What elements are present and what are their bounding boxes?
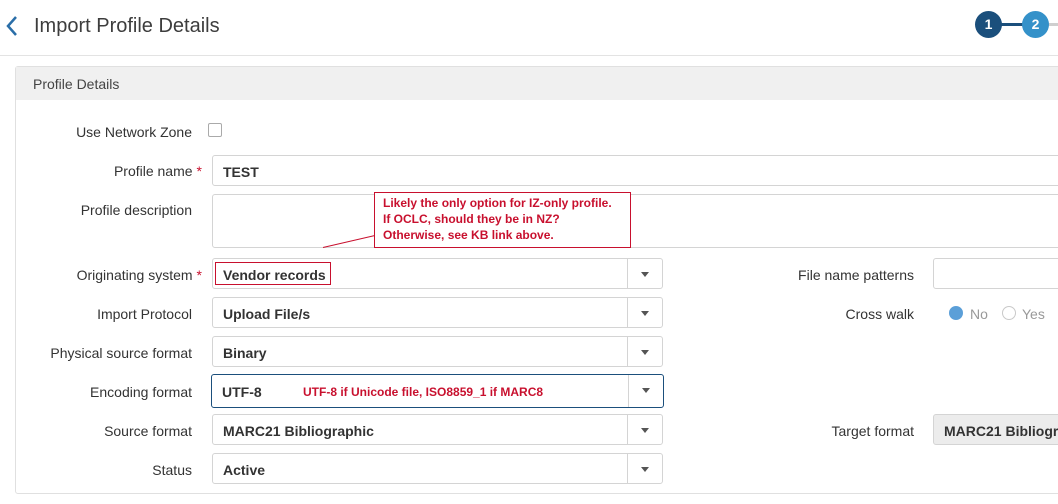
target-format-value: MARC21 Bibliogra (944, 423, 1058, 439)
encoding-format-value: UTF-8 (222, 384, 262, 400)
originating-system-label: Originating system * (76, 267, 202, 283)
cross-walk-yes-label: Yes (1022, 306, 1045, 322)
import-protocol-value: Upload File/s (223, 306, 311, 322)
file-name-patterns-input[interactable] (933, 258, 1058, 289)
source-format-value: MARC21 Bibliographic (223, 423, 374, 439)
chevron-down-icon[interactable] (627, 337, 662, 366)
cross-walk-label: Cross walk (845, 306, 914, 322)
physical-source-format-select[interactable]: Binary (212, 336, 663, 367)
required-mark: * (196, 163, 202, 179)
use-network-zone-label: Use Network Zone (76, 124, 192, 140)
status-label: Status (152, 462, 192, 478)
physical-source-format-label: Physical source format (50, 345, 192, 361)
page-title: Import Profile Details (34, 15, 220, 37)
profile-description-label: Profile description (80, 202, 192, 218)
chevron-down-icon[interactable] (627, 298, 662, 327)
annotation-callout: Likely the only option for IZ-only profi… (374, 192, 631, 248)
cross-walk-yes-radio[interactable] (1002, 306, 1016, 320)
panel-header: Profile Details (16, 67, 1058, 100)
status-select[interactable]: Active (212, 453, 663, 484)
step-connector (1001, 23, 1024, 26)
step-2-indicator[interactable]: 2 (1022, 11, 1049, 38)
callout-line: Likely the only option for IZ-only profi… (383, 196, 612, 210)
use-network-zone-checkbox[interactable] (208, 123, 222, 137)
file-name-patterns-label: File name patterns (798, 267, 914, 283)
chevron-left-icon[interactable] (5, 14, 19, 38)
import-protocol-select[interactable]: Upload File/s (212, 297, 663, 328)
chevron-down-icon[interactable] (627, 454, 662, 483)
chevron-down-icon[interactable] (628, 375, 663, 407)
import-protocol-label: Import Protocol (97, 306, 192, 322)
source-format-select[interactable]: MARC21 Bibliographic (212, 414, 663, 445)
callout-line: Otherwise, see KB link above. (383, 228, 554, 242)
profile-name-label: Profile name * (113, 163, 202, 179)
page-header: Import Profile Details 1 2 (0, 0, 1058, 56)
profile-name-input[interactable]: TEST (212, 155, 1058, 186)
profile-description-textarea[interactable] (212, 194, 1058, 248)
status-value: Active (223, 462, 266, 478)
encoding-format-label: Encoding format (90, 384, 192, 400)
cross-walk-no-radio[interactable] (949, 306, 963, 320)
source-format-label: Source format (104, 423, 192, 439)
target-format-label: Target format (831, 423, 914, 439)
target-format-select: MARC21 Bibliogra (933, 414, 1058, 445)
step-connector (1048, 23, 1058, 26)
cross-walk-no-label: No (970, 306, 988, 322)
step-1-indicator[interactable]: 1 (975, 11, 1002, 38)
chevron-down-icon[interactable] (627, 259, 662, 288)
physical-source-format-value: Binary (223, 345, 267, 361)
callout-line: If OCLC, should they be in NZ? (383, 212, 560, 226)
required-mark: * (196, 267, 202, 283)
chevron-down-icon[interactable] (627, 415, 662, 444)
panel-title: Profile Details (33, 76, 120, 92)
annotation-highlight-box (215, 262, 331, 285)
profile-name-value: TEST (223, 164, 259, 180)
encoding-annotation: UTF-8 if Unicode file, ISO8859_1 if MARC… (303, 385, 544, 399)
